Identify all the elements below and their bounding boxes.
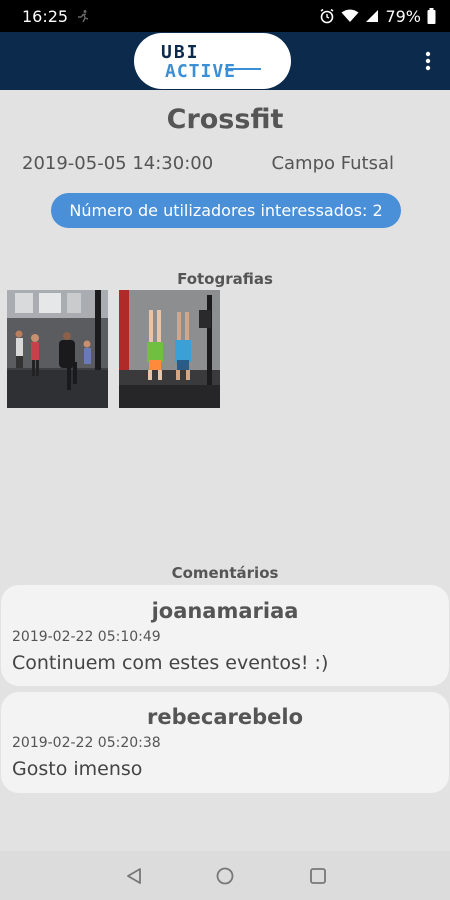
status-time: 16:25 [22, 6, 69, 26]
screen: 16:25 79% UBI ACTIVE Crossfit 2019-05-05… [0, 0, 450, 900]
comment-date: 2019-02-22 05:10:49 [12, 629, 161, 645]
event-photo-1[interactable] [7, 290, 108, 408]
overflow-menu-button[interactable] [414, 46, 442, 76]
running-icon [76, 9, 90, 23]
logo-text-top: UBI [161, 42, 200, 63]
recents-icon [310, 868, 326, 884]
back-button[interactable] [123, 865, 145, 887]
battery-icon [427, 8, 436, 24]
event-datetime: 2019-05-05 14:30:00 [22, 153, 214, 174]
comment-date: 2019-02-22 05:20:38 [12, 735, 161, 751]
comment-text: Continuem com estes eventos! :) [12, 652, 329, 674]
event-location: Campo Futsal [271, 153, 394, 174]
app-logo: UBI ACTIVE [134, 33, 291, 89]
interested-users-badge[interactable]: Número de utilizadores interessados: 2 [51, 193, 401, 228]
event-photo-2[interactable] [119, 290, 220, 408]
home-button[interactable] [214, 865, 236, 887]
logo-text-bottom: ACTIVE [165, 61, 236, 82]
back-icon [127, 868, 141, 884]
system-nav-bar [0, 851, 450, 900]
comment-text: Gosto imenso [12, 758, 143, 780]
signal-icon [365, 9, 379, 23]
comment-card: rebecarebelo 2019-02-22 05:20:38 Gosto i… [1, 692, 449, 793]
wifi-icon [341, 9, 359, 23]
comment-user: rebecarebelo [147, 705, 303, 729]
status-bar: 16:25 79% [0, 0, 450, 32]
battery-percent: 79% [385, 6, 421, 26]
alarm-icon [319, 8, 335, 24]
comments-section-label: Comentários [171, 564, 279, 582]
more-vertical-icon [425, 51, 431, 71]
photos-section-label: Fotografias [177, 270, 273, 288]
home-icon [216, 867, 234, 885]
recents-button[interactable] [307, 865, 329, 887]
comment-user: joanamariaa [151, 599, 299, 623]
ubi-active-logo-icon: UBI ACTIVE [161, 42, 261, 82]
interested-users-label: Número de utilizadores interessados: 2 [69, 201, 383, 220]
comment-card: joanamariaa 2019-02-22 05:10:49 Continue… [1, 585, 449, 686]
event-title: Crossfit [166, 104, 284, 135]
app-bar: UBI ACTIVE [0, 32, 450, 90]
